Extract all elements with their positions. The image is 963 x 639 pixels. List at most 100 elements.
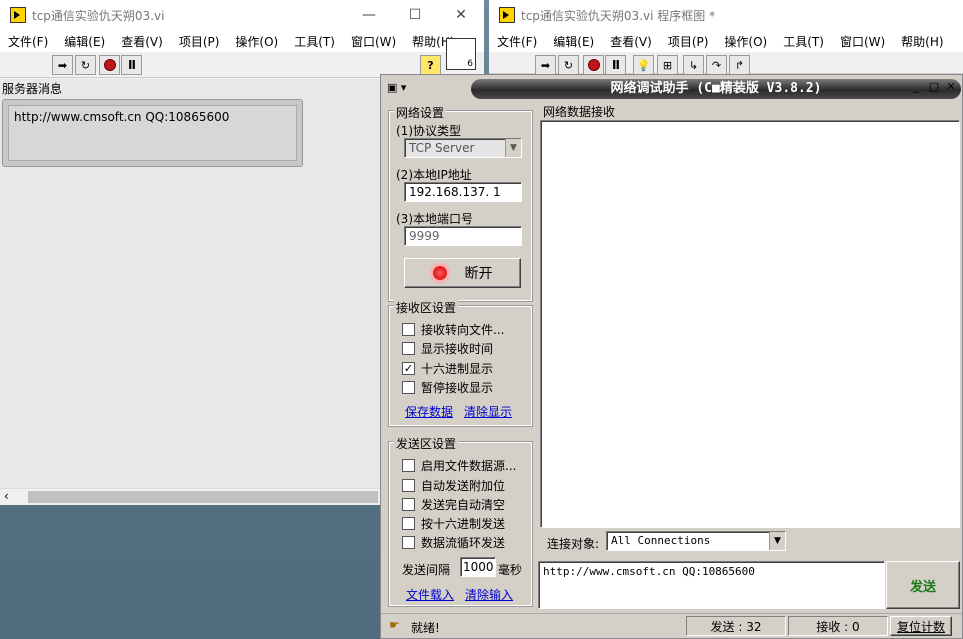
close-icon[interactable]: ✕ xyxy=(943,80,959,96)
run-continuously-icon[interactable]: ↻ xyxy=(558,55,579,75)
menu-view[interactable]: 查看(V) xyxy=(113,33,171,50)
file-load-link[interactable]: 文件载入 xyxy=(406,586,454,603)
status-bar: ☛ 就绪! 发送 : 32 接收 : 0 复位计数 xyxy=(381,613,962,638)
minimize-icon[interactable]: _ xyxy=(908,80,924,96)
reset-count-label: 复位计数 xyxy=(896,619,945,634)
horizontal-scrollbar[interactable]: ‹ xyxy=(0,488,380,505)
save-data-link[interactable]: 保存数据 xyxy=(405,403,453,420)
send-button[interactable]: 发送 xyxy=(886,561,960,609)
step-over-icon[interactable]: ↷ xyxy=(706,55,727,75)
send-input[interactable]: http://www.cmsoft.cn QQ:10865600 xyxy=(538,561,885,609)
pause-icon[interactable]: II xyxy=(605,55,626,75)
menu-view[interactable]: 查看(V) xyxy=(602,33,660,50)
server-message-indicator: http://www.cmsoft.cn QQ:10865600 xyxy=(2,99,303,167)
recv-area-label: 网络数据接收 xyxy=(543,105,616,119)
maximize-icon[interactable]: □ xyxy=(926,80,942,96)
recv-to-file-checkbox[interactable]: 接收转向文件... xyxy=(402,321,504,338)
menu-operate[interactable]: 操作(O) xyxy=(227,33,286,50)
clear-display-link[interactable]: 清除显示 xyxy=(464,403,512,420)
protocol-select[interactable]: TCP Server ▼ xyxy=(404,138,522,158)
recv-area[interactable] xyxy=(540,120,960,528)
run-arrow-icon[interactable]: ➡ xyxy=(535,55,556,75)
help-icon[interactable]: ? xyxy=(420,55,441,75)
protocol-label: (1)协议类型 xyxy=(396,124,461,138)
pause-recv-checkbox[interactable]: 暂停接收显示 xyxy=(402,379,493,396)
send-button-label: 发送 xyxy=(909,579,936,595)
disconnect-button[interactable]: 断开 xyxy=(404,258,521,288)
menu-file[interactable]: 文件(F) xyxy=(0,33,56,50)
menu-bar: 文件(F) 编辑(E) 查看(V) 项目(P) 操作(O) 工具(T) 窗口(W… xyxy=(489,30,963,52)
menu-help[interactable]: 帮助(H) xyxy=(893,33,951,50)
window-title: tcp通信实验仇天朔03.vi 程序框图 * xyxy=(521,8,716,23)
labview-vi-icon xyxy=(499,7,515,23)
vi-connector-icon: 6 xyxy=(446,38,476,70)
step-into-icon[interactable]: ↳ xyxy=(683,55,704,75)
sent-count: 发送 : 32 xyxy=(686,616,786,636)
menu-window[interactable]: 窗口(W) xyxy=(343,33,404,50)
labview-vi-icon xyxy=(10,7,26,23)
auto-clear-checkbox[interactable]: 发送完自动清空 xyxy=(402,496,505,513)
send-settings-group: 发送区设置 启用文件数据源... 自动发送附加位 发送完自动清空 按十六进制发送… xyxy=(388,435,533,607)
menu-tools[interactable]: 工具(T) xyxy=(286,33,343,50)
chevron-down-icon[interactable]: ▼ xyxy=(769,532,785,550)
abort-icon[interactable] xyxy=(99,55,120,75)
minimize-icon[interactable]: — xyxy=(346,0,392,30)
window-title: 网络调试助手 (C■精装版 V3.8.2) xyxy=(471,79,961,99)
retain-wire-values-icon[interactable]: ⊞ xyxy=(657,55,678,75)
run-arrow-icon[interactable]: ➡ xyxy=(52,55,73,75)
connect-target-select[interactable]: All Connections ▼ xyxy=(606,531,786,551)
block-diagram-titlebar: tcp通信实验仇天朔03.vi 程序框图 * xyxy=(489,0,963,30)
file-source-checkbox[interactable]: 启用文件数据源... xyxy=(402,457,516,474)
recv-settings-group: 接收区设置 接收转向文件... 显示接收时间 ✓ 十六进制显示 暂停接收显示 保存… xyxy=(388,299,533,427)
system-menu-icon[interactable]: ▣ ▾ xyxy=(387,81,419,97)
block-diagram-window: tcp通信实验仇天朔03.vi 程序框图 * 文件(F) 编辑(E) 查看(V)… xyxy=(489,0,963,75)
close-icon[interactable]: ✕ xyxy=(438,0,484,30)
protocol-value: TCP Server xyxy=(409,141,475,155)
run-continuously-icon[interactable]: ↻ xyxy=(75,55,96,75)
maximize-icon[interactable]: ☐ xyxy=(392,0,438,30)
ip-field[interactable]: 192.168.137. 1 xyxy=(404,182,522,202)
scroll-left-icon[interactable]: ‹ xyxy=(4,489,9,503)
net-assistant-titlebar: ▣ ▾ 网络调试助手 (C■精装版 V3.8.2) _ □ ✕ xyxy=(381,75,962,103)
menu-edit[interactable]: 编辑(E) xyxy=(56,33,113,50)
menu-tools[interactable]: 工具(T) xyxy=(775,33,832,50)
pause-icon[interactable]: II xyxy=(121,55,142,75)
send-interval-label: 发送间隔 xyxy=(402,563,451,577)
server-message-label: 服务器消息 xyxy=(2,82,63,96)
connection-status-icon xyxy=(432,266,447,280)
net-settings-group: 网络设置 (1)协议类型 TCP Server ▼ (2)本地IP地址 192.… xyxy=(388,104,533,302)
menu-bar: 文件(F) 编辑(E) 查看(V) 项目(P) 操作(O) 工具(T) 窗口(W… xyxy=(0,30,484,52)
hex-send-checkbox[interactable]: 按十六进制发送 xyxy=(402,515,505,532)
menu-file[interactable]: 文件(F) xyxy=(489,33,545,50)
send-interval-field[interactable]: 1000 xyxy=(460,557,496,577)
abort-icon[interactable] xyxy=(583,55,604,75)
status-ready-icon: ☛ xyxy=(389,618,400,632)
net-assistant-window: ▣ ▾ 网络调试助手 (C■精装版 V3.8.2) _ □ ✕ 网络设置 (1)… xyxy=(380,74,963,639)
show-recv-time-checkbox[interactable]: 显示接收时间 xyxy=(402,340,493,357)
menu-operate[interactable]: 操作(O) xyxy=(716,33,775,50)
menu-window[interactable]: 窗口(W) xyxy=(832,33,893,50)
step-out-icon[interactable]: ↱ xyxy=(729,55,750,75)
window-title: tcp通信实验仇天朔03.vi xyxy=(32,8,165,23)
menu-project[interactable]: 项目(P) xyxy=(660,33,717,50)
front-panel-titlebar: tcp通信实验仇天朔03.vi — ☐ ✕ xyxy=(0,0,484,30)
reset-count-button[interactable]: 复位计数 xyxy=(890,616,952,636)
menu-project[interactable]: 项目(P) xyxy=(171,33,228,50)
port-label: (3)本地端口号 xyxy=(396,212,473,226)
connect-target-label: 连接对象: xyxy=(547,537,600,551)
disconnect-label: 断开 xyxy=(464,266,493,282)
highlight-execution-icon[interactable]: 💡 xyxy=(633,55,654,75)
toolbar: ➡ ↻ II 💡 ⊞ ↳ ↷ ↱ xyxy=(489,52,963,75)
loop-send-checkbox[interactable]: 数据流循环发送 xyxy=(402,534,505,551)
clear-input-link[interactable]: 清除输入 xyxy=(465,586,513,603)
send-settings-label: 发送区设置 xyxy=(394,435,459,452)
menu-edit[interactable]: 编辑(E) xyxy=(545,33,602,50)
auto-append-checkbox[interactable]: 自动发送附加位 xyxy=(402,477,505,494)
server-message-text: http://www.cmsoft.cn QQ:10865600 xyxy=(14,110,230,124)
port-field[interactable]: 9999 xyxy=(404,226,522,246)
hex-display-checkbox[interactable]: ✓ 十六进制显示 xyxy=(402,360,493,377)
ip-label: (2)本地IP地址 xyxy=(396,168,472,182)
chevron-down-icon[interactable]: ▼ xyxy=(505,139,521,157)
send-interval-unit: 毫秒 xyxy=(498,563,523,577)
connect-target-value: All Connections xyxy=(611,534,711,547)
